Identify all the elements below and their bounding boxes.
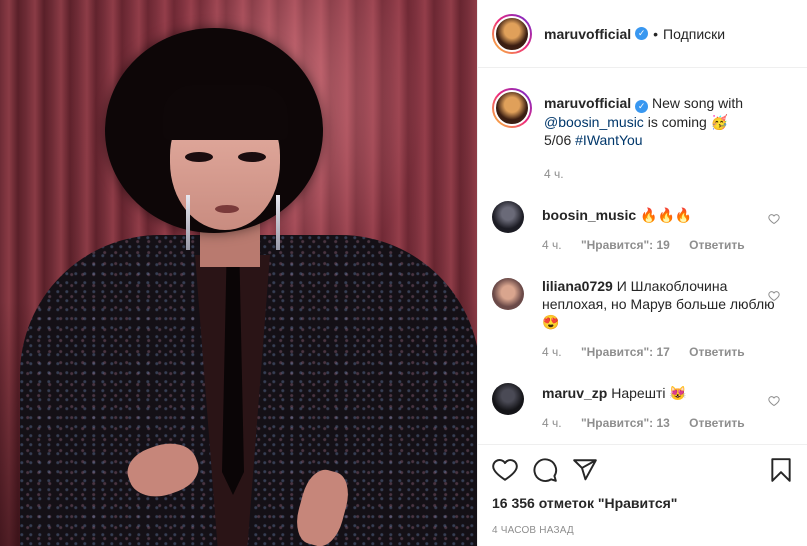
author-username[interactable]: maruvofficial (544, 26, 631, 42)
action-icons-bar (492, 457, 794, 483)
following-button[interactable]: Подписки (663, 26, 725, 42)
comment-body: maruv_zp Нарешті 😻 4 ч. "Нравится": 13 О… (542, 384, 794, 432)
comment-like-heart-icon[interactable] (768, 290, 780, 302)
caption-hashtag[interactable]: #IWantYou (575, 132, 642, 148)
caption-emoji: 🥳 (710, 114, 729, 130)
post-photo[interactable] (0, 0, 477, 546)
comment-like-heart-icon[interactable] (768, 395, 780, 407)
verified-badge-icon: ✓ (635, 27, 649, 40)
comment-likes[interactable]: "Нравится": 13 (581, 416, 670, 430)
post-timestamp[interactable]: 4 часов назад (492, 525, 794, 536)
comment-likes[interactable]: "Нравится": 19 (581, 238, 670, 252)
paper-plane-icon[interactable] (572, 457, 598, 483)
bookmark-icon[interactable] (768, 457, 794, 483)
reply-button[interactable]: Ответить (689, 416, 744, 430)
post-side-panel: maruvofficial ✓ • Подписки maruvofficial… (477, 0, 807, 546)
comment-like-heart-icon[interactable] (768, 213, 780, 225)
author-avatar-image (494, 15, 530, 52)
comment-time[interactable]: 4 ч. (542, 416, 562, 430)
comment-body: boosin_music 🔥🔥🔥 4 ч. "Нравится": 19 Отв… (542, 206, 794, 254)
caption-text-2: is coming (647, 114, 707, 130)
heart-icon[interactable] (492, 457, 518, 483)
comment-bubble-icon[interactable] (532, 457, 558, 483)
photo-earring-left (186, 195, 190, 250)
caption-meta: 4 ч. (544, 165, 794, 183)
comment-likes[interactable]: "Нравится": 17 (581, 345, 670, 359)
caption-mention[interactable]: @boosin_music (544, 114, 644, 130)
comment-avatar[interactable] (492, 383, 524, 415)
verified-badge-icon: ✓ (635, 100, 649, 113)
photo-eye-left (185, 152, 213, 162)
comment-meta: 4 ч. "Нравится": 19 Ответить (542, 236, 794, 254)
caption-username[interactable]: maruvofficial (544, 95, 631, 111)
caption-avatar-image (494, 90, 530, 126)
photo-lips (215, 205, 239, 213)
comment-row: liliana0729 И Шлакоблочина неплохая, но … (492, 278, 794, 361)
comment-username[interactable]: boosin_music (542, 207, 636, 223)
post-actions: 16 356 отметок "Нравится" 4 часов назад (478, 444, 807, 536)
comment-meta: 4 ч. "Нравится": 17 Ответить (542, 343, 794, 361)
caption-avatar[interactable] (492, 88, 532, 128)
caption-date: 5/06 (544, 132, 572, 148)
reply-button[interactable]: Ответить (689, 345, 744, 359)
comment-avatar[interactable] (492, 278, 524, 310)
comment-avatar[interactable] (492, 201, 524, 233)
header-separator: • (653, 25, 659, 42)
comment-time[interactable]: 4 ч. (542, 238, 562, 252)
photo-earring-right (276, 195, 280, 250)
comment-username[interactable]: maruv_zp (542, 385, 607, 401)
photo-eye-right (238, 152, 266, 162)
caption-text-1: New song with (652, 95, 744, 111)
likes-count[interactable]: 16 356 отметок "Нравится" (492, 495, 794, 511)
comment-body: liliana0729 И Шлакоблочина неплохая, но … (542, 277, 794, 361)
comment-text: 🔥🔥🔥 (640, 207, 693, 223)
reply-button[interactable]: Ответить (689, 238, 744, 252)
comment-row: boosin_music 🔥🔥🔥 4 ч. "Нравится": 19 Отв… (492, 201, 794, 254)
photo-hair (163, 85, 288, 140)
caption-body: maruvofficial ✓ New song with @boosin_mus… (544, 94, 794, 183)
comments-list[interactable]: maruvofficial ✓ New song with @boosin_mus… (478, 69, 807, 444)
post-header: maruvofficial ✓ • Подписки (478, 0, 807, 68)
comment-username[interactable]: liliana0729 (542, 278, 613, 294)
author-avatar[interactable] (492, 13, 532, 54)
comment-time[interactable]: 4 ч. (542, 345, 562, 359)
comment-text: Нарешті 😻 (611, 385, 687, 401)
caption-row: maruvofficial ✓ New song with @boosin_mus… (492, 88, 794, 183)
caption-time[interactable]: 4 ч. (544, 167, 564, 181)
comment-row: maruv_zp Нарешті 😻 4 ч. "Нравится": 13 О… (492, 383, 794, 432)
comment-meta: 4 ч. "Нравится": 13 Ответить (542, 414, 794, 432)
